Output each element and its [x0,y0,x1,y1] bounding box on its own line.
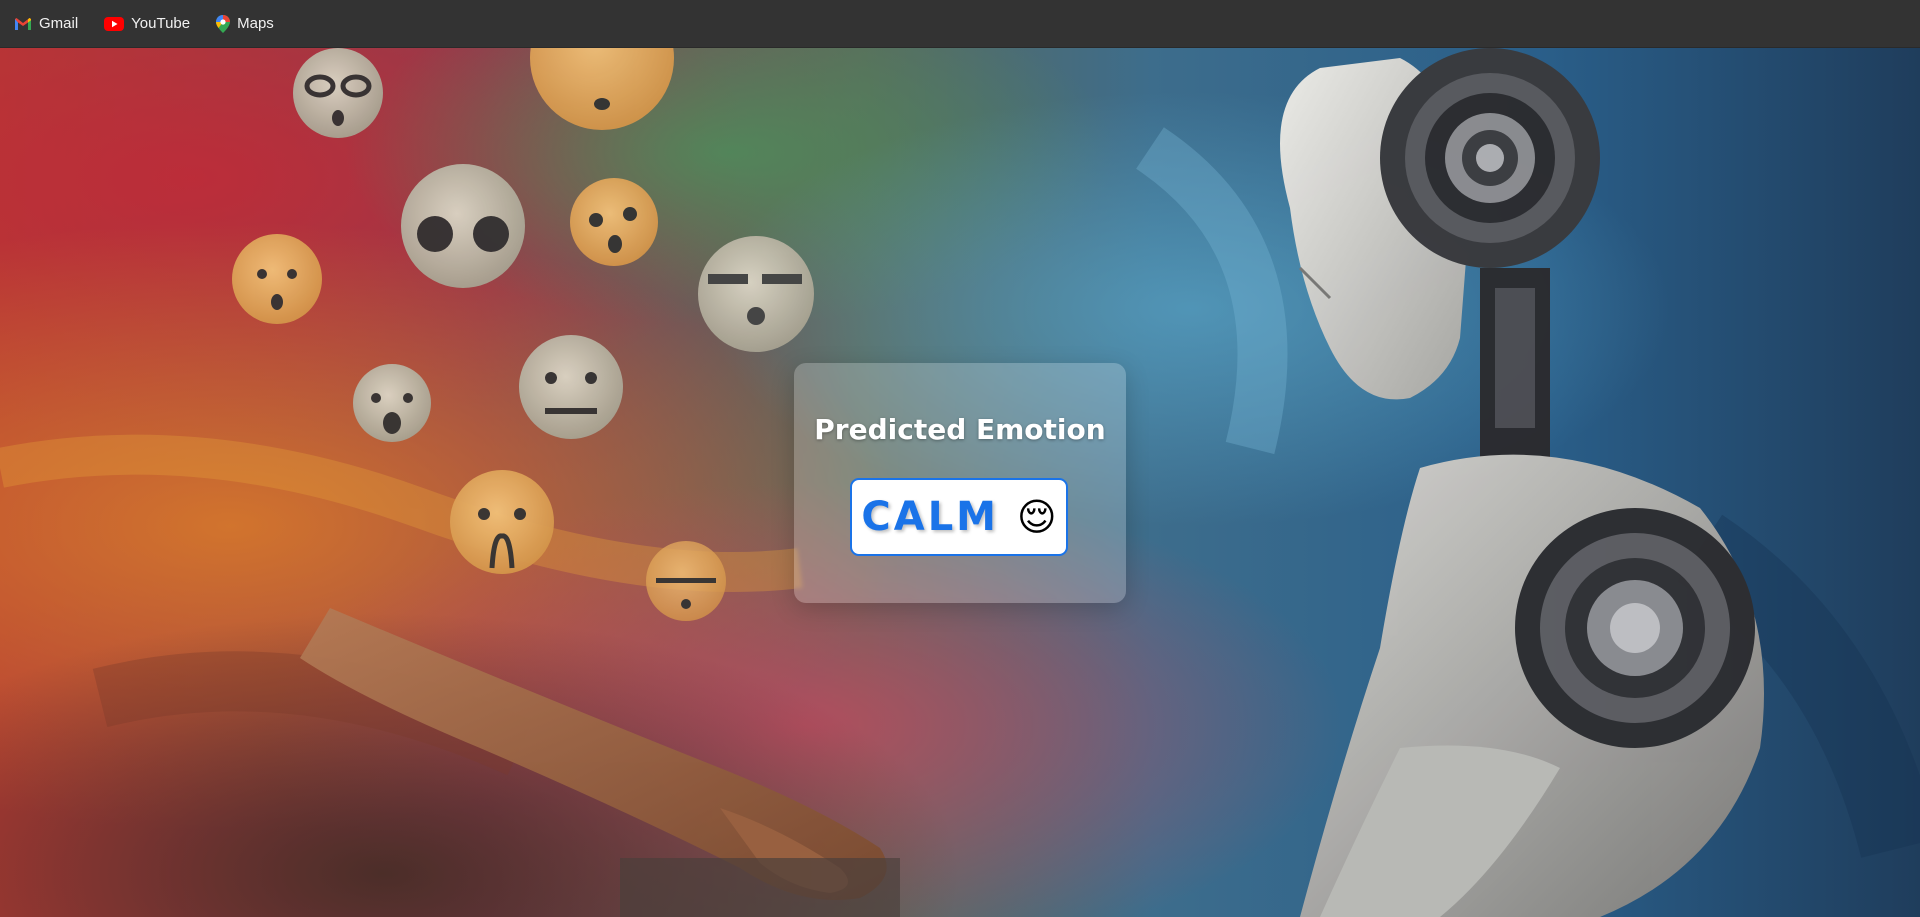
bookmark-label: YouTube [131,15,191,32]
relieved-face-icon: 😌 [1016,495,1057,539]
emotion-result-box: CALM 😌 [850,478,1068,556]
prediction-card: Predicted Emotion CALM 😌 [794,363,1126,603]
emotion-label: CALM [861,494,999,540]
hero-stage: Predicted Emotion CALM 😌 [0,48,1920,917]
maps-icon [216,14,231,33]
bookmarks-bar: Gmail YouTube Maps [0,0,1920,48]
bookmark-gmail[interactable]: Gmail [14,15,78,32]
bookmark-label: Gmail [39,15,79,32]
bookmark-label: Maps [237,15,274,32]
gmail-icon [15,17,31,30]
bookmark-youtube[interactable]: YouTube [104,15,190,32]
bookmark-maps[interactable]: Maps [216,14,274,33]
youtube-icon [104,16,125,31]
prediction-title: Predicted Emotion [814,413,1106,446]
